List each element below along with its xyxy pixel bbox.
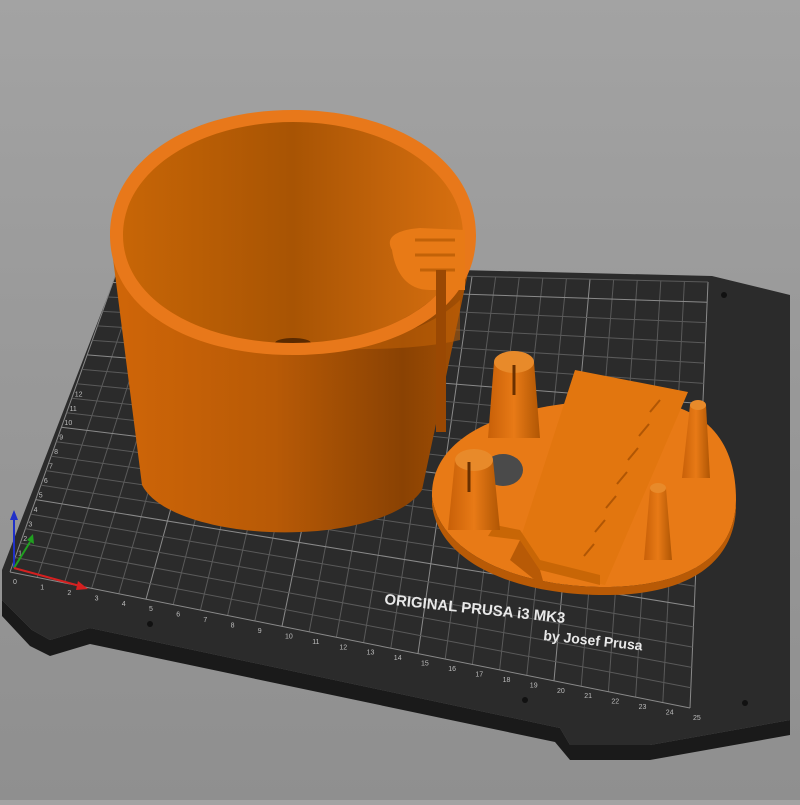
bed-screw — [522, 697, 528, 703]
x-tick-label: 2 — [67, 590, 71, 597]
cone-post — [488, 351, 540, 438]
x-tick-label: 8 — [231, 623, 235, 630]
x-tick-label: 6 — [176, 612, 180, 619]
x-tick-label: 0 — [13, 579, 17, 586]
x-tick-label: 3 — [95, 595, 99, 602]
y-tick-label: 5 — [39, 493, 43, 500]
x-tick-label: 16 — [448, 666, 456, 673]
cup-slot — [436, 270, 446, 432]
x-tick-label: 19 — [530, 682, 538, 689]
y-tick-label: 2 — [23, 536, 27, 543]
y-tick-label: 10 — [64, 420, 72, 427]
x-tick-label: 10 — [285, 633, 293, 640]
x-tick-label: 11 — [312, 639, 319, 646]
y-tick-label: 3 — [28, 522, 32, 529]
cup-model[interactable] — [110, 110, 476, 533]
bed-screw — [742, 700, 748, 706]
scene: 0123456789101112131415161718192021222324… — [2, 110, 790, 760]
bed-screw — [721, 292, 727, 298]
cone-post — [448, 449, 500, 530]
x-tick-label: 14 — [394, 655, 402, 662]
x-tick-label: 12 — [339, 644, 347, 651]
x-tick-label: 9 — [258, 628, 262, 635]
x-tick-label: 5 — [149, 606, 153, 613]
x-tick-label: 23 — [639, 704, 647, 711]
y-tick-label: 4 — [34, 507, 38, 514]
x-tick-label: 21 — [584, 693, 592, 700]
z-axis-arrow — [10, 510, 18, 520]
x-tick-label: 13 — [367, 650, 375, 657]
x-tick-label: 15 — [421, 661, 429, 668]
x-tick-label: 22 — [611, 699, 619, 706]
3d-viewport[interactable]: 0 1 2 3 4 5 6 7 8 9 10 11 12 13 14 15 16 17 18 19 20 21 22 23 24… — [0, 0, 800, 800]
x-tick-label: 4 — [122, 601, 126, 608]
x-tick-label: 1 — [40, 584, 44, 591]
x-tick-label: 18 — [503, 677, 511, 684]
x-tick-label: 17 — [475, 671, 483, 678]
y-tick-label: 7 — [49, 464, 53, 471]
x-tick-label: 7 — [203, 617, 207, 624]
y-tick-label: 11 — [70, 406, 77, 413]
y-tick-label: 9 — [59, 435, 63, 442]
y-tick-label: 12 — [75, 391, 83, 398]
x-tick-label: 24 — [666, 710, 674, 717]
y-tick-label: 8 — [54, 449, 58, 456]
y-tick-label: 6 — [44, 478, 48, 485]
bed-screw — [147, 621, 153, 627]
x-tick-label: 20 — [557, 688, 565, 695]
x-tick-label: 25 — [693, 715, 701, 722]
